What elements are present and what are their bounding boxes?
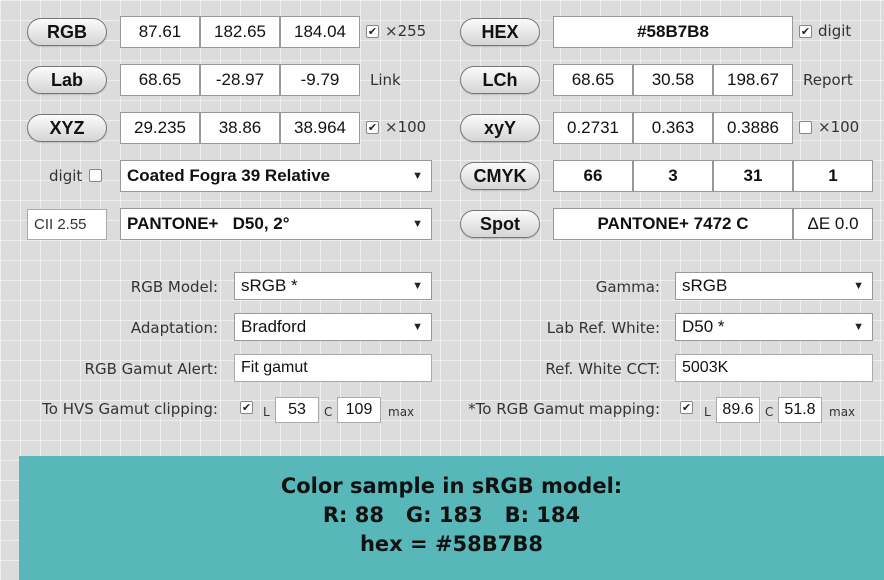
digit-label: digit <box>49 167 83 185</box>
lab-white-select[interactable]: D50 * ▼ <box>675 313 873 341</box>
lab-link-label[interactable]: Link <box>370 71 401 89</box>
hvs-clipping-label: To HVS Gamut clipping: <box>42 400 218 418</box>
lab-a-field[interactable]: -28.97 <box>200 64 280 96</box>
hex-field[interactable]: #58B7B8 <box>553 16 793 48</box>
sample-rgb-values: R: 88 G: 183 B: 184 <box>322 502 581 527</box>
lch-l-field[interactable]: 68.65 <box>553 64 633 96</box>
hvs-l-field[interactable]: 53 <box>275 397 319 423</box>
hex-button[interactable]: HEX <box>460 18 540 46</box>
spot-name-field[interactable]: PANTONE+ 7472 C <box>553 208 793 240</box>
xyy-y-field[interactable]: 0.363 <box>633 112 713 144</box>
xyz-y-field[interactable]: 38.86 <box>200 112 280 144</box>
xyy-button[interactable]: xyY <box>460 114 540 142</box>
rgb-x255-label: ×255 <box>385 22 427 40</box>
spot-button[interactable]: Spot <box>460 210 540 238</box>
cmyk-c-field[interactable]: 66 <box>553 160 633 192</box>
xyz-x-field[interactable]: 29.235 <box>120 112 200 144</box>
lch-h-field[interactable]: 198.67 <box>713 64 793 96</box>
xyz-x100-label: ×100 <box>385 118 427 136</box>
xyz-button[interactable]: XYZ <box>27 114 107 142</box>
mapping-l-field[interactable]: 89.6 <box>716 397 760 423</box>
gamma-label: Gamma: <box>595 278 660 296</box>
xyy-x100-checkbox[interactable] <box>799 121 812 134</box>
xyz-x100-checkbox[interactable]: ✔ <box>366 121 379 134</box>
rgb-r-field[interactable]: 87.61 <box>120 16 200 48</box>
mapping-c-label: C <box>765 405 774 419</box>
cmyk-k-field[interactable]: 1 <box>793 160 873 192</box>
color-sample-panel: Color sample in sRGB model: R: 88 G: 183… <box>19 456 884 580</box>
xyz-z-field[interactable]: 38.964 <box>280 112 360 144</box>
report-link[interactable]: Report <box>803 71 853 89</box>
rgb-model-label: RGB Model: <box>130 278 218 296</box>
rgb-model-select[interactable]: sRGB * ▼ <box>234 272 432 300</box>
spot-library-value: PANTONE+ D50, 2° <box>127 214 290 233</box>
lab-white-value: D50 * <box>682 317 725 336</box>
chevron-down-icon: ▼ <box>853 280 864 292</box>
hvs-c-label: C <box>324 405 333 419</box>
lab-l-field[interactable]: 68.65 <box>120 64 200 96</box>
profile-select[interactable]: Coated Fogra 39 Relative ▼ <box>120 160 432 192</box>
rgb-b-field[interactable]: 184.04 <box>280 16 360 48</box>
mapping-l-label: L <box>704 405 711 419</box>
digit-checkbox[interactable] <box>89 169 102 182</box>
rgb-mapping-checkbox[interactable]: ✔ <box>680 401 693 414</box>
rgb-x255-checkbox[interactable]: ✔ <box>366 25 379 38</box>
lab-white-label: Lab Ref. White: <box>546 319 660 337</box>
cmyk-m-field[interactable]: 3 <box>633 160 713 192</box>
hvs-c-field[interactable]: 109 <box>337 397 381 423</box>
cii-field[interactable]: CII 2.55 <box>27 209 107 240</box>
rgb-model-value: sRGB * <box>241 276 298 295</box>
hvs-l-label: L <box>263 405 270 419</box>
adaptation-label: Adaptation: <box>130 319 218 337</box>
xyy-x-field[interactable]: 0.2731 <box>553 112 633 144</box>
sample-hex-value: hex = #58B7B8 <box>359 531 543 556</box>
lab-button[interactable]: Lab <box>27 66 107 94</box>
gamut-alert-field[interactable]: Fit gamut <box>234 354 432 382</box>
lch-c-field[interactable]: 30.58 <box>633 64 713 96</box>
mapping-max-label: max <box>829 405 856 419</box>
chevron-down-icon: ▼ <box>412 280 423 292</box>
adaptation-value: Bradford <box>241 317 307 336</box>
chevron-down-icon: ▼ <box>412 170 423 182</box>
lab-b-field[interactable]: -9.79 <box>280 64 360 96</box>
cmyk-y-field[interactable]: 31 <box>713 160 793 192</box>
hex-digit-label: digit <box>818 22 852 40</box>
rgb-g-field[interactable]: 182.65 <box>200 16 280 48</box>
spot-library-select[interactable]: PANTONE+ D50, 2° ▼ <box>120 208 432 240</box>
cct-label: Ref. White CCT: <box>545 360 660 378</box>
cmyk-button[interactable]: CMYK <box>460 162 540 190</box>
adaptation-select[interactable]: Bradford ▼ <box>234 313 432 341</box>
hvs-clipping-checkbox[interactable]: ✔ <box>240 401 253 414</box>
rgb-mapping-label: *To RGB Gamut mapping: <box>468 400 660 418</box>
chevron-down-icon: ▼ <box>853 321 864 333</box>
xyy-x100-label: ×100 <box>818 118 860 136</box>
profile-select-value: Coated Fogra 39 Relative <box>127 166 331 185</box>
hvs-max-label: max <box>388 405 415 419</box>
rgb-button[interactable]: RGB <box>27 18 107 46</box>
gamut-alert-label: RGB Gamut Alert: <box>84 360 218 378</box>
gamma-value: sRGB <box>682 276 728 295</box>
xyy-Y-field[interactable]: 0.3886 <box>713 112 793 144</box>
mapping-c-field[interactable]: 51.8 <box>778 397 822 423</box>
lch-button[interactable]: LCh <box>460 66 540 94</box>
chevron-down-icon: ▼ <box>412 218 423 230</box>
delta-e-field: ΔE 0.0 <box>793 208 873 240</box>
cct-field[interactable]: 5003K <box>675 354 873 382</box>
gamma-select[interactable]: sRGB ▼ <box>675 272 873 300</box>
hex-digit-checkbox[interactable]: ✔ <box>799 25 812 38</box>
chevron-down-icon: ▼ <box>412 321 423 333</box>
sample-title: Color sample in sRGB model: <box>280 473 623 498</box>
